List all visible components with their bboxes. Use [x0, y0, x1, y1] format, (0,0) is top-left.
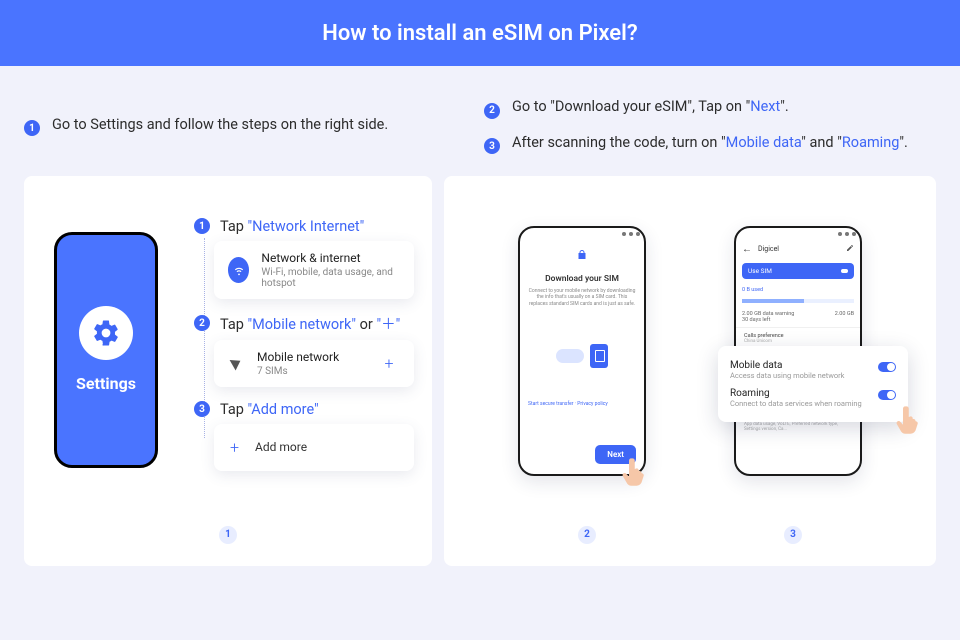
intro-step-3-text: After scanning the code, turn on "Mobile…: [512, 132, 908, 154]
callout-roaming-title: Roaming: [730, 388, 862, 399]
mobile-network-card[interactable]: Mobile network 7 SIMs +: [214, 340, 414, 387]
mobile-data-link: Mobile data: [726, 134, 802, 151]
cloud-sim-illustration: [520, 311, 644, 401]
substep-3: 3 Tap "Add more": [194, 401, 414, 418]
substep-1: 1 Tap "Network Internet": [194, 218, 414, 235]
pointer-hand-icon: [894, 404, 924, 440]
download-sim-title: Download your SIM: [520, 274, 644, 284]
panel-step-1: Settings 1 Tap "Network Internet" Networ…: [24, 176, 432, 566]
phone-download-sim: Download your SIM Connect to your mobile…: [518, 226, 646, 476]
pointer-hand-icon: [620, 456, 650, 492]
plus-icon[interactable]: +: [378, 352, 400, 374]
cloud-icon: [556, 349, 584, 363]
badge-2-icon: 2: [484, 103, 500, 119]
callout-roaming-sub: Connect to data services when roaming: [730, 399, 862, 408]
toggle-callout: Mobile data Access data using mobile net…: [718, 346, 908, 422]
intro-step-2: 2 Go to "Download your eSIM", Tap on "Ne…: [484, 96, 936, 118]
page-header: How to install an eSIM on Pixel?: [0, 0, 960, 66]
settings-phone-mockup: Settings: [54, 232, 158, 468]
intro-instructions: 1 Go to Settings and follow the steps on…: [0, 66, 960, 176]
status-bar: [520, 228, 644, 240]
page-title: How to install an eSIM on Pixel?: [322, 21, 637, 46]
lock-icon: [520, 240, 644, 270]
sim-card-icon: [590, 344, 608, 368]
data-usage-bar: [742, 299, 854, 303]
panel-footer-badge-3: 3: [784, 526, 802, 544]
callout-mobile-data-title: Mobile data: [730, 360, 844, 371]
plus-icon: +: [230, 438, 239, 457]
card-title: Mobile network: [257, 350, 339, 364]
use-sim-label: Use SIM: [748, 267, 772, 275]
substep-2: 2 Tap "Mobile network" or "＋": [194, 313, 414, 334]
download-sim-footer-links: Start secure transfer · Privacy policy: [520, 401, 644, 407]
settings-label: Settings: [76, 374, 136, 393]
carrier-name: Digicel: [758, 245, 779, 253]
card-title: Network & internet: [261, 251, 400, 265]
panel-steps-2-3: Download your SIM Connect to your mobile…: [444, 176, 936, 566]
substep-badge-2-icon: 2: [194, 315, 210, 331]
phone-header: ← Digicel: [736, 240, 860, 259]
intro-step-2-text: Go to "Download your eSIM", Tap on "Next…: [512, 96, 789, 118]
roaming-link: Roaming: [842, 134, 899, 151]
badge-3-icon: 3: [484, 138, 500, 154]
next-link: Next: [750, 98, 780, 115]
add-more-card[interactable]: + Add more: [214, 424, 414, 471]
badge-1-icon: 1: [24, 120, 40, 136]
callout-mobile-data-sub: Access data using mobile network: [730, 371, 844, 380]
gear-icon: [79, 306, 133, 360]
panel-footer-badge-1: 1: [219, 526, 237, 544]
intro-step-3: 3 After scanning the code, turn on "Mobi…: [484, 132, 936, 154]
toggle-on-icon: [841, 269, 848, 273]
signal-icon: [230, 356, 244, 371]
download-sim-desc: Connect to your mobile network by downlo…: [520, 284, 644, 312]
wifi-icon: [228, 257, 249, 283]
roaming-toggle[interactable]: [878, 390, 896, 400]
edit-icon[interactable]: [846, 244, 854, 254]
back-arrow-icon[interactable]: ←: [742, 244, 752, 255]
substep-badge-3-icon: 3: [194, 401, 210, 417]
card-subtitle: Wi-Fi, mobile, data usage, and hotspot: [261, 267, 400, 289]
intro-step-1-text: Go to Settings and follow the steps on t…: [52, 114, 388, 136]
card-subtitle: 7 SIMs: [257, 366, 339, 377]
panel-footer-badge-2: 2: [578, 526, 596, 544]
add-more-label: Add more: [255, 440, 307, 454]
status-bar: [736, 228, 860, 240]
network-internet-card[interactable]: Network & internet Wi-Fi, mobile, data u…: [214, 241, 414, 299]
mobile-data-toggle[interactable]: [878, 362, 896, 372]
use-sim-toggle-row[interactable]: Use SIM: [742, 263, 854, 279]
substep-badge-1-icon: 1: [194, 218, 210, 234]
intro-step-1: 1 Go to Settings and follow the steps on…: [24, 114, 444, 136]
data-used: 0 B used: [742, 287, 763, 293]
